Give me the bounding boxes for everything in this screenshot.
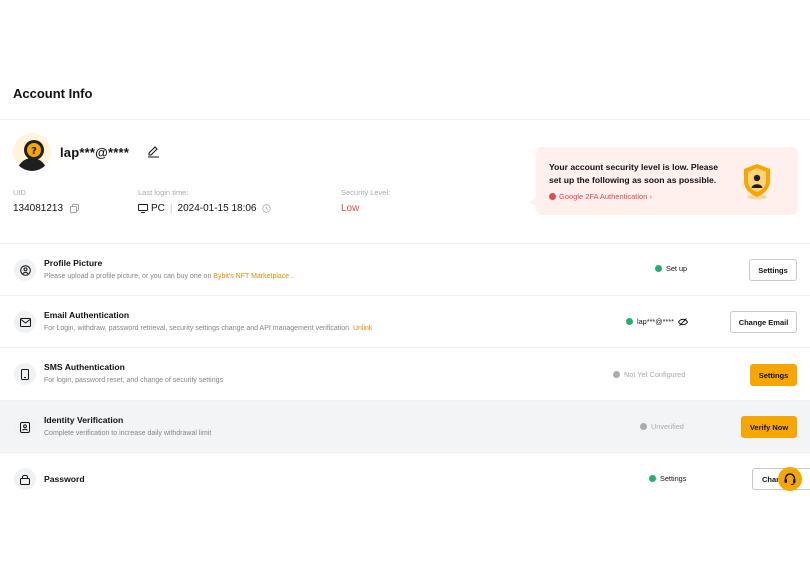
- profile-picture-desc-end: .: [291, 273, 294, 280]
- user-circle-icon: [14, 259, 36, 281]
- change-email-button[interactable]: Change Email: [730, 311, 797, 333]
- id-card-icon: [14, 416, 36, 438]
- page-title: Account Info: [13, 86, 93, 101]
- device-text: PC: [151, 203, 165, 214]
- username: lap***@****: [60, 145, 130, 160]
- info-dot-icon: [640, 423, 647, 430]
- support-button[interactable]: [778, 467, 802, 491]
- settings-row-profile-picture: Profile Picture Please upload a profile …: [0, 243, 810, 295]
- lock-icon: [14, 468, 36, 490]
- profile-picture-status-text: Set up: [666, 264, 688, 273]
- email-desc: For Login, withdraw, password retrieval,…: [44, 325, 372, 332]
- avatar-icon: ?: [17, 140, 47, 171]
- warning-dot-icon: [549, 193, 556, 200]
- alert-message: Your account security level is low. Plea…: [549, 162, 719, 185]
- verify-now-button[interactable]: Verify Now: [741, 416, 797, 438]
- identity-title: Identity Verification: [44, 415, 124, 425]
- email-status-text: lap***@****: [637, 317, 675, 326]
- phone-icon: [14, 363, 36, 385]
- email-status: lap***@****: [626, 317, 689, 326]
- nft-marketplace-link[interactable]: Bybit's NFT Marketplace: [213, 273, 289, 280]
- email-unlink-link[interactable]: Unlink: [353, 325, 372, 332]
- settings-row-identity: Identity Verification Complete verificat…: [0, 400, 810, 452]
- sms-title: SMS Authentication: [44, 362, 125, 372]
- password-status-text: Settings: [660, 474, 687, 483]
- login-time-text: 2024-01-15 18:06: [177, 203, 257, 214]
- sms-status: Not Yet Configured: [613, 370, 685, 379]
- last-login-label: Last login time:: [138, 188, 189, 197]
- uid-label: UID: [13, 188, 26, 197]
- password-status: Settings: [649, 474, 686, 483]
- password-title: Password: [44, 474, 85, 484]
- settings-row-password: Password Settings Chan: [0, 452, 810, 504]
- profile-picture-desc: Please upload a profile picture, or you …: [44, 273, 293, 280]
- sms-desc: For login, password reset, and change of…: [44, 377, 223, 384]
- settings-row-email: Email Authentication For Login, withdraw…: [0, 295, 810, 347]
- divider: [0, 119, 810, 120]
- avatar[interactable]: ?: [13, 133, 51, 171]
- edit-icon[interactable]: [147, 145, 160, 158]
- last-login-value: PC | 2024-01-15 18:06: [138, 203, 272, 214]
- sms-status-text: Not Yet Configured: [624, 370, 686, 379]
- profile-picture-title: Profile Picture: [44, 258, 103, 268]
- info-dot-icon: [613, 371, 620, 378]
- monitor-icon: [138, 204, 148, 213]
- eye-off-icon[interactable]: [678, 317, 689, 326]
- profile-picture-status: Set up: [655, 264, 687, 273]
- profile-picture-desc-text: Please upload a profile picture, or you …: [44, 273, 212, 280]
- mail-icon: [14, 311, 36, 333]
- security-level-value: Low: [341, 203, 360, 214]
- identity-desc: Complete verification to increase daily …: [44, 430, 212, 437]
- check-icon: [655, 265, 662, 272]
- clock-icon: [262, 204, 272, 213]
- svg-text:?: ?: [31, 146, 37, 157]
- email-desc-text: For Login, withdraw, password retrieval,…: [44, 325, 351, 332]
- settings-row-sms: SMS Authentication For login, password r…: [0, 347, 810, 399]
- copy-icon[interactable]: [70, 204, 79, 213]
- check-icon: [626, 318, 633, 325]
- check-icon: [649, 475, 656, 482]
- headset-icon: [784, 473, 796, 485]
- security-alert: Your account security level is low. Plea…: [536, 147, 798, 215]
- email-title: Email Authentication: [44, 310, 130, 320]
- google-2fa-link-text[interactable]: Google 2FA Authentication ›: [559, 192, 652, 201]
- uid-text: 134081213: [13, 203, 64, 214]
- profile-picture-settings-button[interactable]: Settings: [749, 259, 797, 281]
- identity-status: Unverified: [640, 422, 684, 431]
- google-2fa-link[interactable]: Google 2FA Authentication ›: [549, 192, 652, 201]
- shield-icon: [744, 164, 770, 200]
- separator: |: [169, 203, 173, 214]
- sms-settings-button[interactable]: Settings: [750, 364, 797, 386]
- uid-value: 134081213: [13, 203, 79, 214]
- security-level-label: Security Level:: [341, 188, 391, 197]
- identity-status-text: Unverified: [651, 422, 684, 431]
